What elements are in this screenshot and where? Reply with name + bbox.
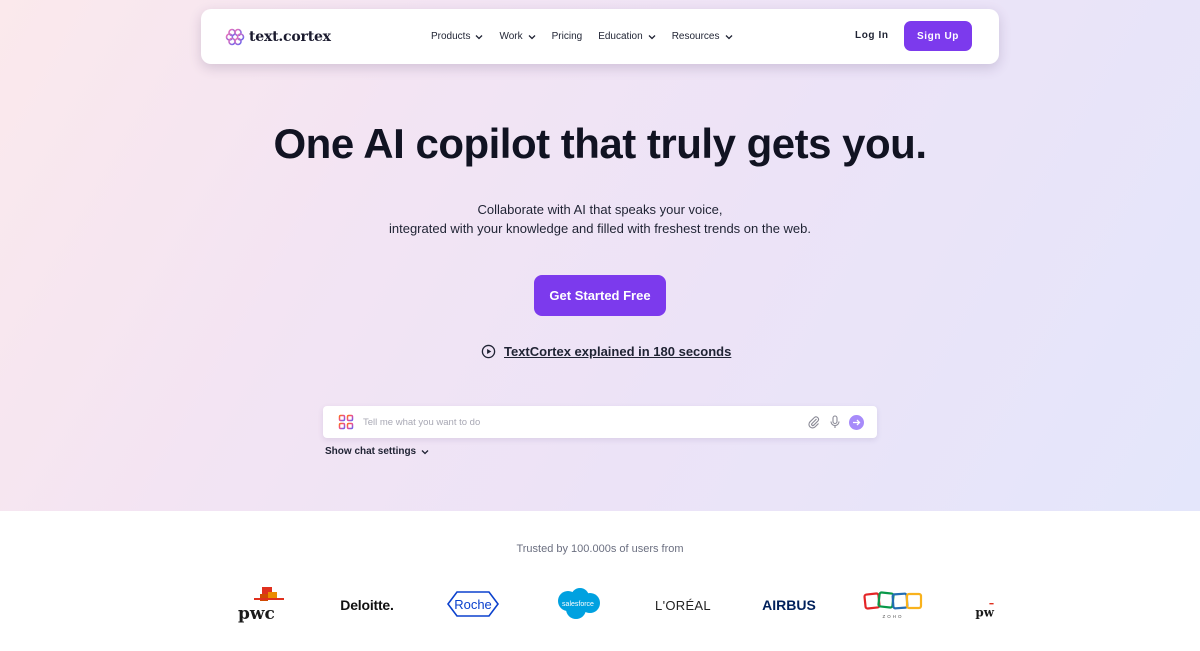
nav-link-label: Work: [499, 31, 523, 42]
send-button[interactable]: [849, 415, 864, 430]
arrow-right-icon: [853, 419, 861, 426]
deloitte-wordmark: Deloitte.: [340, 597, 394, 613]
logo-text: text.cortex: [249, 29, 331, 45]
video-link[interactable]: TextCortex explained in 180 seconds: [481, 344, 731, 359]
brand-logo-pwc: pwc: [236, 585, 288, 625]
brand-logo-airbus: AIRBUS: [756, 595, 822, 615]
signup-button[interactable]: Sign Up: [904, 21, 972, 51]
chevron-down-icon: [648, 34, 656, 39]
logo[interactable]: text.cortex: [225, 27, 331, 47]
login-link[interactable]: Log In: [855, 30, 889, 41]
navbar: text.cortex Products Work Pricing Educat…: [201, 9, 999, 64]
nav-link-products[interactable]: Products: [431, 31, 483, 42]
play-circle-icon: [481, 344, 496, 359]
hero-subline-1: Collaborate with AI that speaks your voi…: [477, 202, 723, 217]
nav-link-label: Products: [431, 31, 471, 42]
nav-link-label: Education: [598, 31, 643, 42]
brand-logo-roche: Roche: [446, 589, 500, 619]
apps-grid-icon[interactable]: [338, 414, 354, 430]
pwc-partial-logo-icon: pw: [975, 603, 995, 619]
roche-logo-icon: Roche: [447, 591, 499, 617]
chevron-down-icon: [476, 34, 483, 39]
nav-link-pricing[interactable]: Pricing: [552, 31, 583, 42]
chat-input[interactable]: [363, 406, 793, 438]
paperclip-icon[interactable]: [807, 415, 821, 429]
brand-logo-loreal: L'ORÉAL: [652, 595, 714, 615]
nav-link-resources[interactable]: Resources: [672, 31, 733, 42]
pwc-logo-icon: pwc: [238, 587, 284, 624]
airbus-wordmark: AIRBUS: [762, 597, 816, 613]
chevron-down-icon: [725, 34, 732, 39]
trusted-by-label: Trusted by 100.000s of users from: [516, 543, 684, 555]
brand-logo-pwc-partial: pw: [974, 597, 1002, 623]
nav-link-label: Pricing: [551, 31, 583, 42]
brand-logo-zoho: ZOHO: [862, 588, 926, 622]
hero-subline-2: integrated with your knowledge and fille…: [388, 221, 812, 236]
show-chat-settings-toggle[interactable]: Show chat settings: [325, 446, 429, 457]
zoho-logo-icon: ZOHO: [863, 591, 923, 619]
microphone-icon[interactable]: [829, 415, 841, 429]
nav-links: Products Work Pricing Education Resource…: [431, 9, 749, 64]
chat-box: [323, 406, 877, 438]
brand-logo-salesforce: salesforce: [554, 587, 602, 621]
chat-settings-label: Show chat settings: [325, 446, 417, 457]
svg-text:salesforce: salesforce: [562, 601, 594, 608]
svg-text:pw: pw: [975, 605, 994, 619]
svg-text:Roche: Roche: [454, 597, 492, 612]
chevron-down-icon: [528, 34, 536, 39]
get-started-button[interactable]: Get Started Free: [534, 275, 666, 316]
hero-section: text.cortex Products Work Pricing Educat…: [0, 0, 1200, 511]
loreal-wordmark: L'ORÉAL: [655, 597, 711, 613]
svg-text:ZOHO: ZOHO: [883, 614, 904, 619]
nav-link-label: Resources: [671, 31, 720, 42]
nav-link-work[interactable]: Work: [499, 31, 536, 42]
nav-link-education[interactable]: Education: [598, 31, 656, 42]
video-link-label: TextCortex explained in 180 seconds: [504, 344, 732, 359]
hero-headline: One AI copilot that truly gets you.: [273, 120, 927, 167]
logo-icon: [225, 28, 245, 46]
chevron-down-icon: [421, 449, 429, 454]
brand-logo-deloitte: Deloitte.: [336, 595, 398, 615]
brand-logos-row: pwc Deloitte. Roche salesforce L'ORÉAL A…: [0, 583, 1200, 628]
salesforce-logo-icon: salesforce: [558, 588, 600, 619]
svg-text:pwc: pwc: [238, 604, 275, 624]
